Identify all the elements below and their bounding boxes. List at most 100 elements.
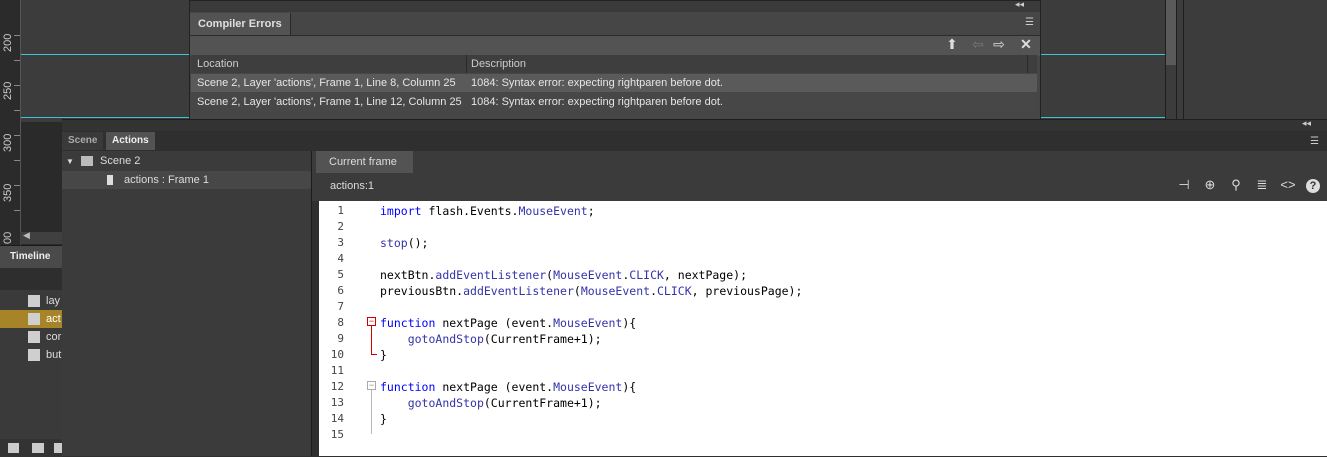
go-to-source-icon[interactable]: ⬆ (942, 35, 962, 53)
script-navigator: ▼ Scene 2 actions : Frame 1 (62, 151, 312, 456)
panel-menu-icon[interactable]: ☰ (1310, 136, 1319, 147)
timeline-controls (0, 268, 62, 290)
ruler-label: 00 (2, 231, 14, 244)
line-number: 8 (337, 316, 344, 329)
panel-menu-icon[interactable]: ☰ (1025, 17, 1034, 28)
insert-target-icon[interactable]: ⊕ (1199, 176, 1221, 194)
new-folder-icon[interactable] (32, 443, 44, 453)
line-number: 9 (337, 332, 344, 345)
error-description: 1084: Syntax error: expecting rightparen… (471, 77, 723, 89)
tree-item-scene[interactable]: ▼ Scene 2 (66, 152, 140, 170)
stage-divider (1183, 0, 1184, 122)
code-line: previousBtn.addEventListener(MouseEvent.… (380, 284, 803, 298)
line-number: 10 (330, 348, 344, 361)
clear-icon[interactable]: ✕ (1016, 35, 1036, 53)
ruler-label: 200 (2, 33, 14, 52)
layer-row-selected[interactable]: act (0, 310, 62, 328)
error-row[interactable]: Scene 2, Layer 'actions', Frame 1, Line … (191, 74, 1037, 92)
tab-timeline[interactable]: Timeline (0, 246, 62, 268)
vertical-ruler: 200 250 300 350 00 (0, 0, 21, 245)
code-line: function nextPage (event.MouseEvent){ (380, 316, 637, 330)
collapse-icon[interactable]: ◂◂ (1302, 118, 1311, 129)
fold-collapse-icon[interactable]: − (367, 381, 376, 390)
code-line: gotoAndStop(CurrentFrame+1); (407, 396, 602, 410)
line-number: 11 (330, 364, 344, 377)
line-number: 4 (337, 252, 344, 265)
errors-header: Location Description (191, 55, 1037, 73)
line-number: 3 (337, 236, 344, 249)
line-number: 7 (337, 300, 344, 313)
layer-row[interactable]: but (0, 346, 62, 364)
column-location[interactable]: Location (197, 55, 239, 73)
frame-icon (107, 175, 113, 185)
layer-name: act (46, 313, 61, 325)
stage-divider (1176, 0, 1177, 122)
code-line: function nextPage (event.MouseEvent){ (380, 380, 637, 394)
find-icon[interactable]: ⚲ (1225, 176, 1247, 194)
error-location: Scene 2, Layer 'actions', Frame 1, Line … (197, 77, 456, 89)
code-line: } (380, 348, 387, 362)
layer-icon (28, 349, 40, 361)
code-line: } (380, 412, 387, 426)
fold-collapse-icon[interactable]: − (367, 317, 376, 326)
script-label: actions:1 (330, 180, 375, 192)
next-error-icon[interactable]: ⇨ (989, 35, 1009, 53)
tree-scene-label: Scene 2 (100, 155, 141, 167)
errors-toolbar (190, 35, 1040, 56)
line-number: 6 (337, 284, 344, 297)
panel-titlebar: ◂◂ (190, 0, 1040, 12)
error-description: 1084: Syntax error: expecting rightparen… (471, 96, 723, 108)
delete-icon[interactable] (54, 443, 62, 453)
layer-name: cor (46, 331, 62, 343)
line-number: 15 (330, 428, 344, 441)
code-line: nextBtn.addEventListener(MouseEvent.CLIC… (380, 268, 748, 282)
timeline-panel: Timeline lay act cor but (0, 245, 62, 457)
error-location: Scene 2, Layer 'actions', Frame 1, Line … (197, 96, 462, 108)
tree-item-frame[interactable]: actions : Frame 1 (62, 171, 311, 189)
scene-icon (80, 156, 93, 167)
previous-error-icon[interactable]: ⇦ (968, 35, 988, 53)
fold-guide (371, 354, 377, 355)
expand-arrow-icon[interactable]: ▼ (66, 157, 74, 166)
code-line: gotoAndStop(CurrentFrame+1); (407, 332, 602, 346)
fold-guide (371, 390, 372, 434)
stage-scrollbar[interactable] (1166, 0, 1176, 65)
timeline-footer (0, 439, 62, 457)
code-line: stop(); (380, 236, 429, 250)
help-icon[interactable]: ? (1302, 176, 1324, 194)
layer-row[interactable]: cor (0, 328, 62, 346)
tab-current-frame[interactable]: Current frame (316, 151, 413, 173)
ruler-label: 300 (2, 133, 14, 152)
line-number: 1 (337, 204, 344, 217)
scroll-left-icon[interactable]: ◀ (23, 230, 30, 241)
tree-frame-label: actions : Frame 1 (124, 174, 209, 186)
tab-scene[interactable]: Scene (62, 132, 104, 150)
error-row[interactable]: Scene 2, Layer 'actions', Frame 1, Line … (191, 93, 1037, 111)
layer-icon (28, 295, 40, 307)
format-code-icon[interactable]: ≣ (1251, 176, 1273, 194)
line-number: 12 (330, 380, 344, 393)
actions-titlebar: ◂◂ (62, 118, 1327, 131)
pin-icon[interactable]: ⊣ (1173, 176, 1195, 194)
layer-icon (28, 313, 40, 325)
layer-name: but (46, 349, 62, 361)
column-description[interactable]: Description (471, 55, 526, 73)
h-scrollbar[interactable]: ◀ (20, 230, 62, 244)
tab-compiler-errors[interactable]: Compiler Errors (190, 13, 291, 35)
line-number: 13 (330, 396, 344, 409)
code-snippets-icon[interactable]: <> (1277, 176, 1299, 194)
new-layer-icon[interactable] (8, 443, 19, 453)
layer-row[interactable]: lay (0, 292, 62, 310)
tab-actions[interactable]: Actions (106, 132, 155, 150)
fold-guide (371, 326, 372, 354)
layer-name: lay (46, 295, 61, 307)
line-number: 5 (337, 268, 344, 281)
layer-icon (28, 331, 40, 343)
code-editor[interactable]: 1 2 3 4 5 6 7 8 9 10 11 12 13 14 15 − − … (319, 201, 1327, 456)
ruler-label: 350 (2, 183, 14, 202)
line-number: 2 (337, 220, 344, 233)
code-line: import flash.Events.MouseEvent; (380, 204, 595, 218)
line-number: 14 (330, 412, 344, 425)
ruler-label: 250 (2, 81, 14, 100)
collapse-icon[interactable]: ◂◂ (1015, 0, 1024, 10)
